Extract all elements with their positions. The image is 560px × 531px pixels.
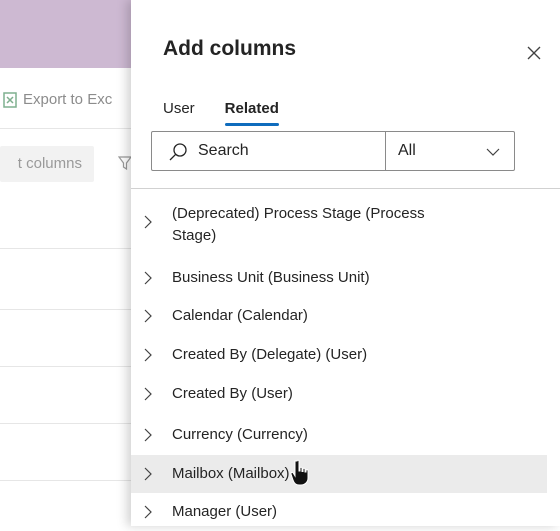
search-filter-bar: Search All	[151, 131, 515, 171]
filter-selected-value: All	[398, 142, 416, 159]
list-item[interactable]: Calendar (Calendar)	[131, 297, 547, 336]
grid-row-divider	[0, 480, 131, 481]
close-icon[interactable]	[525, 44, 543, 62]
list-item-label: Calendar (Calendar)	[172, 307, 308, 324]
grid-row-divider	[0, 309, 131, 310]
chevron-right-icon	[143, 309, 153, 323]
list-item[interactable]: Created By (Delegate) (User)	[131, 336, 547, 375]
chevron-right-icon	[143, 467, 153, 481]
chevron-right-icon	[143, 387, 153, 401]
search-text: Search	[198, 142, 249, 159]
filter-icon[interactable]	[117, 155, 131, 171]
list-item-label: Currency (Currency)	[172, 426, 308, 443]
list-item-label: Mailbox (Mailbox)	[172, 465, 290, 482]
grid-row-divider	[0, 423, 131, 424]
chevron-right-icon	[143, 428, 153, 442]
list-item[interactable]: Created By (User)	[131, 375, 547, 416]
list-item[interactable]: Business Unit (Business Unit)	[131, 259, 547, 297]
hand-pointer-cursor	[289, 459, 309, 487]
excel-icon	[3, 91, 17, 108]
edit-columns-button[interactable]: t columns	[0, 146, 94, 182]
add-columns-panel: Add columns User Related Search All (Dep…	[131, 0, 560, 526]
background-app: Export to Exc t columns	[0, 0, 131, 526]
list-item[interactable]: Currency (Currency)	[131, 416, 547, 455]
list-item-label: Business Unit (Business Unit)	[172, 269, 370, 286]
list-item-label: Created By (User)	[172, 385, 293, 402]
export-label: Export to Exc	[23, 91, 113, 108]
list-item[interactable]: Mailbox (Mailbox)	[131, 455, 547, 493]
list-item-label: Manager (User)	[172, 503, 278, 520]
chevron-down-icon	[486, 145, 500, 157]
app-header	[0, 0, 131, 68]
chevron-right-icon	[143, 271, 153, 285]
edit-columns-label: t columns	[17, 155, 82, 172]
chevron-right-icon	[143, 215, 153, 229]
list-item[interactable]: Manager (User)	[131, 493, 547, 531]
panel-title: Add columns	[163, 37, 297, 60]
list-item-label: (Deprecated) Process Stage (Process Stag…	[172, 205, 425, 244]
divider	[131, 188, 560, 189]
tab-related[interactable]: Related	[224, 96, 280, 126]
tab-user[interactable]: User	[163, 96, 195, 121]
list-item[interactable]: (Deprecated) Process Stage (Process Stag…	[131, 199, 547, 259]
tab-list: User Related	[163, 96, 309, 126]
list-item-label: Created By (Delegate) (User)	[172, 346, 368, 363]
chevron-right-icon	[143, 505, 153, 519]
search-icon	[168, 142, 188, 162]
related-tables-list: (Deprecated) Process Stage (Process Stag…	[131, 199, 560, 531]
filter-dropdown[interactable]: All	[386, 132, 514, 170]
chevron-right-icon	[143, 348, 153, 362]
search-input[interactable]: Search	[152, 132, 386, 170]
grid-row-divider	[0, 366, 131, 367]
grid-row-divider	[0, 248, 131, 249]
export-to-excel-button[interactable]: Export to Exc	[3, 91, 112, 108]
